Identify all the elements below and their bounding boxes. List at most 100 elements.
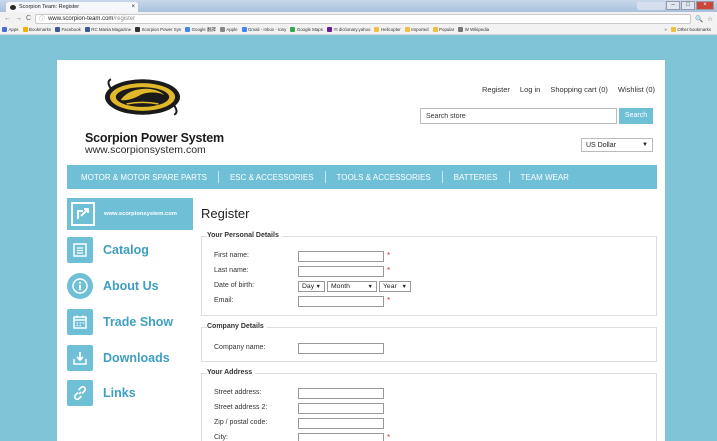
address-path: /register [113,15,136,22]
dob-year-select[interactable]: Year ▼ [379,281,411,292]
sidebar-item-downloads[interactable]: Downloads [67,345,170,371]
currency-select[interactable]: US Dollar ▼ [581,138,653,152]
sidebar-item-label: Trade Show [103,315,174,329]
scorpion-favicon-icon [10,4,16,10]
other-bookmarks-label: Other bookmarks [677,27,711,32]
bookmarks-bar: Apps Bookmarks Facebook RC Mania Magazine Sc… [0,25,717,35]
company-details-section: Company Details Company name: [201,323,657,362]
section-title: Company Details [207,323,267,330]
last-name-label: Last name: [214,267,249,274]
other-bookmarks-folder[interactable]: Other bookmarks [670,27,711,32]
search-button[interactable]: Search [619,108,653,124]
zoom-icon[interactable]: 🔍 [695,15,703,23]
nav-motor-spare-parts[interactable]: MOTOR & MOTOR SPARE PARTS [81,173,218,182]
info-icon [67,273,93,299]
street-address-field[interactable] [298,388,384,399]
bookmark-item[interactable]: Facebook [54,27,81,32]
main-navigation: MOTOR & MOTOR SPARE PARTS ESC & ACCESSOR… [67,165,657,189]
dob-day-value: Day [302,283,315,290]
star-bookmark-icon[interactable]: ☆ [707,15,713,23]
bookmark-item[interactable]: Popular [432,27,454,32]
company-name-field[interactable] [298,343,384,354]
register-link[interactable]: Register [482,85,510,94]
dob-year-value: Year [383,283,397,290]
address-bar[interactable]: ⓘ www.scorpion-team.com/register [35,13,692,24]
sidebar-item-about-us[interactable]: About Us [67,273,159,299]
bookmark-item[interactable]: Scorpion Power Sys [135,27,181,32]
nav-tools-accessories[interactable]: TOOLS & ACCESSORIES [337,173,442,182]
bookmark-label: Apple [226,27,238,32]
bookmark-favicon-icon [326,27,332,32]
required-mark: * [387,296,391,305]
header-links: Register Log in Shopping cart (0) Wishli… [482,85,655,94]
zip-code-field[interactable] [298,418,384,429]
chevron-down-icon: ▼ [642,142,648,148]
brand-url: www.scorpionsystem.com [85,144,206,156]
bookmark-item[interactable]: Helicopter [374,27,401,32]
close-window-button[interactable]: × [696,1,714,10]
bookmark-item[interactable]: Imported [404,27,429,32]
sidebar-item-links[interactable]: Links [67,380,136,406]
search-store-input[interactable] [420,108,617,124]
login-link[interactable]: Log in [520,85,540,94]
bookmark-item[interactable]: W Wikipedia [458,27,489,32]
bookmarks-overflow-button[interactable]: » [664,27,666,32]
dob-day-select[interactable]: Day ▼ [298,281,325,292]
nav-batteries[interactable]: BATTERIES [454,173,509,182]
bookmark-favicon-icon [404,27,410,32]
bookmark-label: Facebook [61,27,81,32]
street-address-label: Street address: [214,389,262,396]
bookmark-label: Helicopter [380,27,401,32]
address-host: www.scorpion-team.com [48,15,114,22]
city-field[interactable] [298,433,384,441]
page-info-icon[interactable]: ⓘ [39,14,45,23]
sidebar-item-label: About Us [103,279,159,293]
browser-tab[interactable]: Scorpion Team: Register × [6,2,138,12]
website-page: Scorpion Power System www.scorpionsystem… [57,60,665,441]
bookmark-label: Apps [8,27,19,32]
bookmark-label: Imported [411,27,429,32]
bookmark-item[interactable]: Gmail - Inbox - tony [241,27,286,32]
reload-icon[interactable]: C [26,15,31,22]
first-name-field[interactable] [298,251,384,262]
bookmark-label: Scorpion Power Sys [141,27,182,32]
section-title: Your Address [207,369,256,376]
back-icon[interactable]: ← [4,15,11,22]
last-name-field[interactable] [298,266,384,277]
bookmark-favicon-icon [54,27,60,32]
bookmark-item[interactable]: Yt dictionary.yahoo [326,27,370,32]
currency-value: US Dollar [586,141,616,149]
bookmark-item[interactable]: Google Maps [290,27,323,32]
bookmark-favicon-icon [458,27,464,32]
forward-icon[interactable]: → [15,15,22,22]
nav-divider [324,171,326,183]
nav-esc-accessories[interactable]: ESC & ACCESSORIES [230,173,325,182]
sidebar-item-label: Catalog [103,243,149,257]
dob-month-select[interactable]: Month ▼ [327,281,377,292]
maximize-button[interactable]: □ [681,1,695,10]
shopping-cart-link[interactable]: Shopping cart (0) [550,85,608,94]
bookmark-favicon-icon [185,27,191,32]
sidebar-item-catalog[interactable]: Catalog [67,237,149,263]
email-field[interactable] [298,296,384,307]
required-mark: * [387,433,391,441]
nav-team-wear[interactable]: TEAM WEAR [521,173,580,182]
bookmark-item[interactable]: Apps [2,27,19,32]
scorpion-logo-emblem[interactable] [103,77,182,117]
bookmark-item[interactable]: Google 翻譯 [185,27,216,33]
minimize-button[interactable]: – [666,1,680,10]
bookmark-item[interactable]: Apple [219,27,238,32]
required-mark: * [387,251,391,260]
bookmark-favicon-icon [374,27,380,32]
sidebar-site-link[interactable]: www.scorpionsystem.com [67,198,193,230]
bookmark-item[interactable]: RC Mania Magazine [84,27,131,32]
street-address-2-field[interactable] [298,403,384,414]
chevron-down-icon: ▼ [367,283,373,290]
profile-badge[interactable] [637,2,665,10]
bookmark-item[interactable]: Bookmarks [22,27,51,32]
tab-close-button[interactable]: × [128,4,138,10]
sidebar-item-trade-show[interactable]: Trade Show [67,309,173,335]
section-title: Your Personal Details [207,232,282,239]
chevron-down-icon: ▼ [401,283,407,290]
wishlist-link[interactable]: Wishlist (0) [618,85,655,94]
